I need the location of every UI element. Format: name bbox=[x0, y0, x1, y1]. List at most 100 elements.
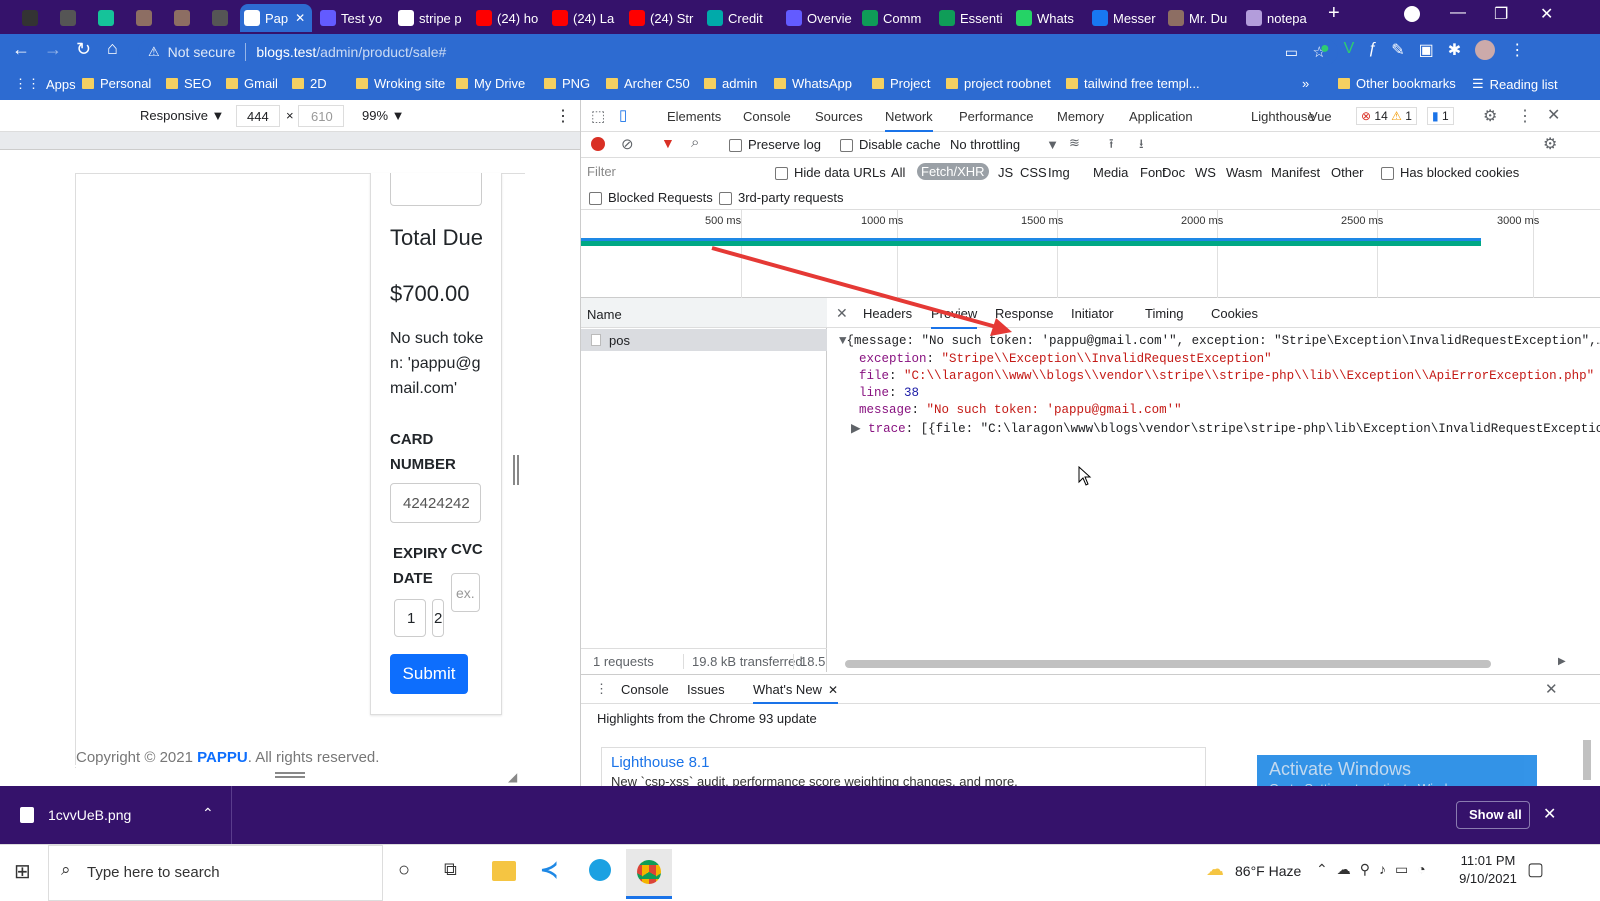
browser-tab[interactable]: Mr. Du bbox=[1164, 4, 1238, 32]
scroll-right-icon[interactable]: ▶ bbox=[1558, 656, 1566, 667]
browser-tab[interactable] bbox=[208, 4, 242, 32]
import-har-icon[interactable]: ⭱ bbox=[1109, 135, 1114, 157]
browser-tab[interactable]: Whats bbox=[1012, 4, 1086, 32]
drawer-menu-icon[interactable]: ⋮ bbox=[595, 681, 608, 697]
devtools-tab-sources[interactable]: Sources bbox=[815, 109, 863, 124]
previous-input[interactable] bbox=[390, 173, 482, 206]
device-mode-select[interactable]: Responsive ▼ bbox=[140, 108, 224, 123]
browser-tab[interactable] bbox=[170, 4, 204, 32]
detail-tab-timing[interactable]: Timing bbox=[1145, 306, 1184, 321]
browser-tab[interactable]: notepa bbox=[1242, 4, 1316, 32]
bookmark-item[interactable]: WhatsApp bbox=[774, 76, 852, 91]
width-input[interactable]: 444 bbox=[236, 105, 280, 127]
more-options-icon[interactable]: ⋮ bbox=[555, 106, 571, 126]
bookmark-item[interactable]: Wroking site bbox=[356, 76, 445, 91]
download-item[interactable]: 1cvvUeB.png ⌃ bbox=[0, 786, 232, 844]
blocked-requests-checkbox[interactable]: Blocked Requests bbox=[589, 190, 713, 206]
resize-handle-right[interactable] bbox=[513, 455, 519, 485]
browser-tab[interactable] bbox=[94, 4, 128, 32]
omnibox[interactable]: ⚠ Not secure blogs.test /admin/product/s… bbox=[138, 39, 1338, 65]
reload-icon[interactable]: ↻ bbox=[76, 39, 91, 60]
preserve-log-checkbox[interactable]: Preserve log bbox=[729, 137, 821, 153]
task-view-icon[interactable]: ⧉ bbox=[444, 859, 457, 880]
close-download-bar-icon[interactable]: ✕ bbox=[1543, 804, 1556, 824]
type-filter[interactable]: Media bbox=[1093, 165, 1128, 180]
windows-start-icon[interactable]: ⊞ bbox=[14, 859, 31, 884]
third-party-checkbox[interactable]: 3rd-party requests bbox=[719, 190, 844, 206]
bookmark-item[interactable]: My Drive bbox=[456, 76, 525, 91]
drawer-tab[interactable]: What's New ✕ bbox=[753, 682, 839, 704]
bookmark-item[interactable]: Other bookmarks bbox=[1338, 76, 1456, 91]
device-toggle-icon[interactable]: ▯ bbox=[619, 106, 627, 124]
preview-property[interactable]: message: "No such token: 'pappu@gmail.co… bbox=[859, 403, 1182, 417]
chrome-taskbar-button[interactable] bbox=[626, 849, 672, 899]
devtools-tab-memory[interactable]: Memory bbox=[1057, 109, 1104, 124]
more-icon[interactable]: ⋮ bbox=[1517, 106, 1533, 126]
card-number-input[interactable]: 42424242 bbox=[390, 483, 481, 523]
close-drawer-icon[interactable]: ✕ bbox=[1545, 680, 1558, 698]
devtools-tab-vue[interactable]: Vue bbox=[1309, 109, 1332, 124]
bookmark-item[interactable]: PNG bbox=[544, 76, 590, 91]
search-box[interactable]: ⌕ Type here to search bbox=[48, 845, 383, 901]
type-filter[interactable]: CSS bbox=[1020, 165, 1047, 180]
devtools-tab-lighthouse[interactable]: Lighthouse bbox=[1251, 109, 1315, 124]
browser-tab[interactable]: Test yo bbox=[316, 4, 390, 32]
bookmark-item[interactable]: SEO bbox=[166, 76, 211, 91]
bookmark-item[interactable]: Gmail bbox=[226, 76, 278, 91]
type-filter[interactable]: JS bbox=[998, 165, 1013, 180]
bookmark-item[interactable]: ⋮⋮ Apps bbox=[14, 76, 76, 92]
type-filter[interactable]: Fetch/XHR bbox=[917, 163, 989, 180]
extension-icon[interactable]: V bbox=[1344, 40, 1355, 60]
menu-icon[interactable]: ⋮ bbox=[1509, 40, 1525, 60]
profile-avatar[interactable] bbox=[1475, 40, 1496, 60]
system-tray-icons[interactable]: ⌃☁⚲♪▭◔ bbox=[1316, 861, 1435, 878]
settings-icon[interactable]: ⚙ bbox=[1483, 106, 1497, 126]
browser-tab[interactable]: Messer bbox=[1088, 4, 1162, 32]
inspect-icon[interactable]: ⬚ bbox=[591, 107, 605, 125]
expiry-month-input[interactable]: 1 bbox=[394, 599, 426, 637]
network-settings-icon[interactable]: ⚙ bbox=[1543, 134, 1557, 154]
type-filter[interactable]: Img bbox=[1048, 165, 1070, 180]
tab-active[interactable]: Pap ✕ bbox=[240, 4, 312, 32]
lighthouse-card[interactable]: Lighthouse 8.1 New `csp-xss` audit, perf… bbox=[601, 747, 1206, 789]
extension-icon[interactable]: ● bbox=[1320, 40, 1330, 60]
close-window-icon[interactable]: ✕ bbox=[1540, 4, 1553, 24]
browser-tab[interactable] bbox=[56, 4, 90, 32]
bookmark-item[interactable]: project roobnet bbox=[946, 76, 1051, 91]
home-icon[interactable]: ⌂ bbox=[107, 38, 118, 59]
height-input[interactable]: 610 bbox=[298, 105, 344, 127]
close-tab-icon[interactable]: ✕ bbox=[828, 683, 838, 697]
drawer-tab[interactable]: Issues bbox=[687, 682, 725, 697]
browser-tab[interactable] bbox=[18, 4, 52, 32]
type-filter[interactable]: WS bbox=[1195, 165, 1216, 180]
browser-tab[interactable]: (24) Str bbox=[625, 4, 699, 32]
browser-tab[interactable]: Credit bbox=[703, 4, 777, 32]
type-filter[interactable]: Other bbox=[1331, 165, 1364, 180]
bookmark-item[interactable]: admin bbox=[704, 76, 757, 91]
filter-input[interactable]: Filter bbox=[587, 164, 762, 182]
tab-search-icon[interactable] bbox=[1404, 6, 1420, 22]
search-icon[interactable]: ⌕ bbox=[691, 134, 699, 151]
resize-handle-bottom[interactable] bbox=[275, 772, 305, 778]
type-filter[interactable]: All bbox=[891, 165, 905, 180]
browser-tab[interactable]: Comm bbox=[858, 4, 932, 32]
hide-data-urls-checkbox[interactable]: Hide data URLs bbox=[775, 165, 886, 181]
bookmark-item[interactable]: Archer C50 bbox=[606, 76, 690, 91]
devtools-tab-network[interactable]: Network bbox=[885, 109, 933, 132]
extension-icon[interactable]: ƒ bbox=[1368, 40, 1377, 60]
type-filter[interactable]: Manifest bbox=[1271, 165, 1320, 180]
close-devtools-icon[interactable]: ✕ bbox=[1547, 105, 1560, 125]
submit-button[interactable]: Submit bbox=[390, 654, 468, 694]
notifications-icon[interactable]: ▢ bbox=[1527, 859, 1544, 880]
browser-tab[interactable]: Essenti bbox=[935, 4, 1009, 32]
drawer-scrollbar[interactable] bbox=[1583, 740, 1591, 780]
devtools-tab-console[interactable]: Console bbox=[743, 109, 791, 124]
file-explorer-icon[interactable] bbox=[492, 861, 516, 881]
type-filter[interactable]: Doc bbox=[1162, 165, 1185, 180]
browser-tab[interactable]: (24) La bbox=[548, 4, 622, 32]
back-icon[interactable]: ← bbox=[12, 39, 30, 60]
browser-tab[interactable]: Overvie bbox=[782, 4, 856, 32]
show-all-button[interactable]: Show all bbox=[1456, 801, 1530, 829]
horizontal-scrollbar[interactable] bbox=[845, 660, 1491, 668]
vscode-icon[interactable]: ≺ bbox=[540, 857, 558, 883]
